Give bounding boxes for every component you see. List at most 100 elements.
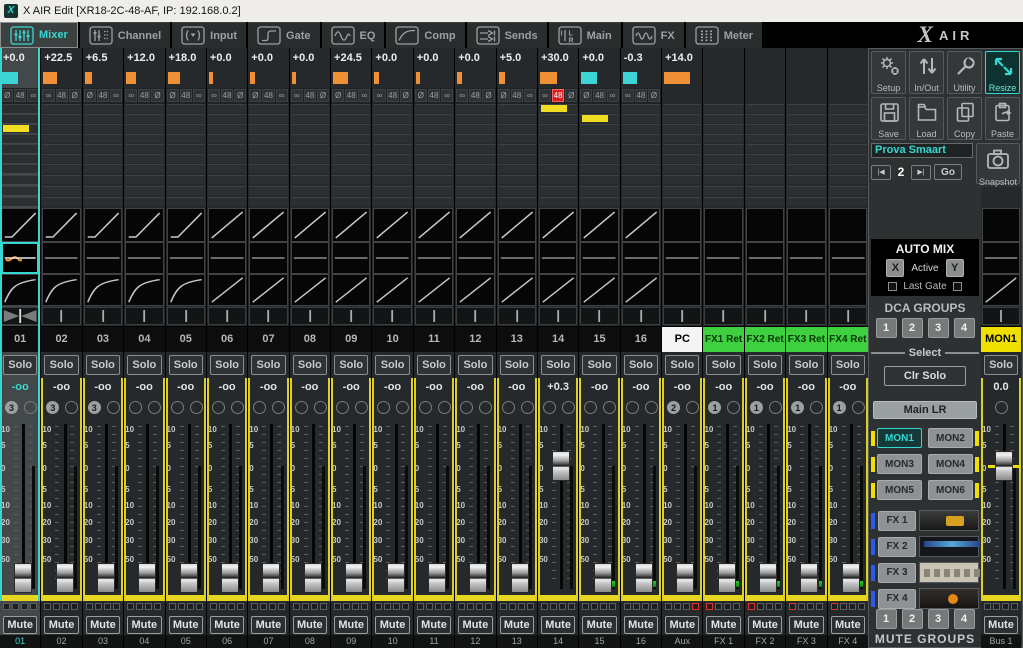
solo-button[interactable]: Solo: [789, 355, 823, 375]
gate-thumbnail[interactable]: [456, 208, 494, 242]
channel-name-tab[interactable]: 13: [497, 326, 537, 352]
channel-scribble[interactable]: 14: [538, 635, 578, 648]
eq-thumbnail[interactable]: [829, 242, 867, 274]
pan-control[interactable]: [414, 306, 454, 326]
pan-control[interactable]: [828, 306, 868, 326]
gain-value[interactable]: +0.0: [372, 48, 412, 68]
phantom-48v-button[interactable]: 48: [56, 89, 68, 102]
gain-value[interactable]: +22.5: [41, 48, 81, 68]
tab-mixer[interactable]: Mixer: [0, 22, 78, 48]
mute-button[interactable]: Mute: [984, 616, 1018, 634]
fader-cap[interactable]: [387, 563, 405, 593]
channel-scribble[interactable]: FX 2: [745, 635, 785, 648]
channel-scribble[interactable]: Aux: [662, 635, 702, 648]
load-button[interactable]: Load: [909, 97, 944, 140]
polarity-button[interactable]: Ø: [167, 89, 179, 102]
phantom-48v-button[interactable]: 48: [97, 89, 109, 102]
fader-cap[interactable]: [345, 563, 363, 593]
mon-bus-button-mon3[interactable]: MON3: [877, 454, 922, 474]
setup-button[interactable]: Setup: [871, 51, 906, 94]
paste-button[interactable]: Paste: [985, 97, 1020, 140]
link-button[interactable]: ∞: [110, 89, 122, 102]
fader-cap[interactable]: [676, 563, 694, 593]
solo-button[interactable]: Solo: [984, 355, 1018, 375]
channel-scribble[interactable]: 03: [83, 635, 123, 648]
gate-thumbnail[interactable]: [291, 208, 329, 242]
tab-channel[interactable]: Channel: [80, 22, 170, 48]
mute-button[interactable]: Mute: [665, 616, 699, 634]
channel-scribble[interactable]: 09: [331, 635, 371, 648]
mute-button[interactable]: Mute: [293, 616, 327, 634]
mon-bus-button-mon6[interactable]: MON6: [928, 480, 973, 500]
fader-cap[interactable]: [180, 563, 198, 593]
gain-value[interactable]: +12.0: [124, 48, 164, 68]
gain-value[interactable]: +18.0: [166, 48, 206, 68]
dca-group-3-button[interactable]: 3: [928, 318, 949, 338]
polarity-button[interactable]: Ø: [84, 89, 96, 102]
phantom-48v-button[interactable]: 48: [180, 89, 192, 102]
link-button[interactable]: ∞: [441, 89, 453, 102]
gain-value[interactable]: +30.0: [538, 48, 578, 68]
link-button[interactable]: ∞: [373, 89, 385, 102]
mute-button[interactable]: Mute: [458, 616, 492, 634]
channel-name-tab[interactable]: FX3 Ret: [786, 326, 826, 352]
mute-group-4-button[interactable]: 4: [954, 609, 975, 629]
channel-scribble[interactable]: Bus 1: [981, 635, 1021, 648]
channel-name-tab[interactable]: 14: [538, 326, 578, 352]
channel-scribble[interactable]: 15: [579, 635, 619, 648]
gate-thumbnail[interactable]: [704, 208, 742, 242]
fader-cap[interactable]: [842, 563, 860, 593]
link-button[interactable]: ∞: [524, 89, 536, 102]
pan-control[interactable]: [786, 306, 826, 326]
solo-button[interactable]: Solo: [541, 355, 575, 375]
phantom-48v-button[interactable]: 48: [221, 89, 233, 102]
solo-button[interactable]: Solo: [458, 355, 492, 375]
dca-group-4-button[interactable]: 4: [954, 318, 975, 338]
solo-button[interactable]: Solo: [251, 355, 285, 375]
fader-cap[interactable]: [511, 563, 529, 593]
channel-name-tab[interactable]: 08: [290, 326, 330, 352]
phantom-48v-button[interactable]: 48: [428, 89, 440, 102]
fader[interactable]: 1050510203050: [662, 420, 702, 595]
gate-thumbnail[interactable]: [84, 208, 122, 242]
gain-value[interactable]: [786, 48, 826, 68]
polarity-button[interactable]: Ø: [648, 89, 660, 102]
fader-cap[interactable]: [800, 563, 818, 593]
mute-button[interactable]: Mute: [582, 616, 616, 634]
phantom-48v-button[interactable]: 48: [552, 89, 564, 102]
channel-name-tab[interactable]: FX2 Ret: [745, 326, 785, 352]
phantom-48v-button[interactable]: 48: [635, 89, 647, 102]
channel-name-tab[interactable]: 05: [166, 326, 206, 352]
channel-scribble[interactable]: 13: [497, 635, 537, 648]
fader-cap[interactable]: [469, 563, 487, 593]
fader[interactable]: 1050510203050: [538, 420, 578, 595]
eq-thumbnail[interactable]: [456, 242, 494, 274]
mute-group-2-button[interactable]: 2: [902, 609, 923, 629]
fader[interactable]: 1050510203050: [290, 420, 330, 595]
channel-name-tab[interactable]: 06: [207, 326, 247, 352]
gate-thumbnail[interactable]: [622, 208, 660, 242]
snapshot-go-button[interactable]: Go: [934, 164, 962, 180]
channel-name-tab[interactable]: 16: [621, 326, 661, 352]
link-button[interactable]: ∞: [291, 89, 303, 102]
tab-fx[interactable]: FX: [623, 22, 684, 48]
gain-value[interactable]: +14.0: [662, 48, 702, 68]
fader-cap[interactable]: [759, 563, 777, 593]
gain-value[interactable]: [745, 48, 785, 68]
solo-button[interactable]: Solo: [624, 355, 658, 375]
tab-eq[interactable]: EQ: [322, 22, 385, 48]
channel-name-tab[interactable]: 11: [414, 326, 454, 352]
fader[interactable]: 1050510203050: [414, 420, 454, 595]
comp-thumbnail[interactable]: [746, 274, 784, 306]
link-button[interactable]: ∞: [456, 89, 468, 102]
eq-thumbnail[interactable]: [622, 242, 660, 274]
comp-thumbnail[interactable]: [208, 274, 246, 306]
main-lr-button[interactable]: Main LR: [873, 401, 977, 419]
link-button[interactable]: ∞: [42, 89, 54, 102]
gain-value[interactable]: +0.0: [290, 48, 330, 68]
channel-scribble[interactable]: 04: [124, 635, 164, 648]
comp-thumbnail[interactable]: [456, 274, 494, 306]
comp-thumbnail[interactable]: [1, 274, 39, 306]
channel-name-tab[interactable]: 03: [83, 326, 123, 352]
mute-button[interactable]: Mute: [251, 616, 285, 634]
